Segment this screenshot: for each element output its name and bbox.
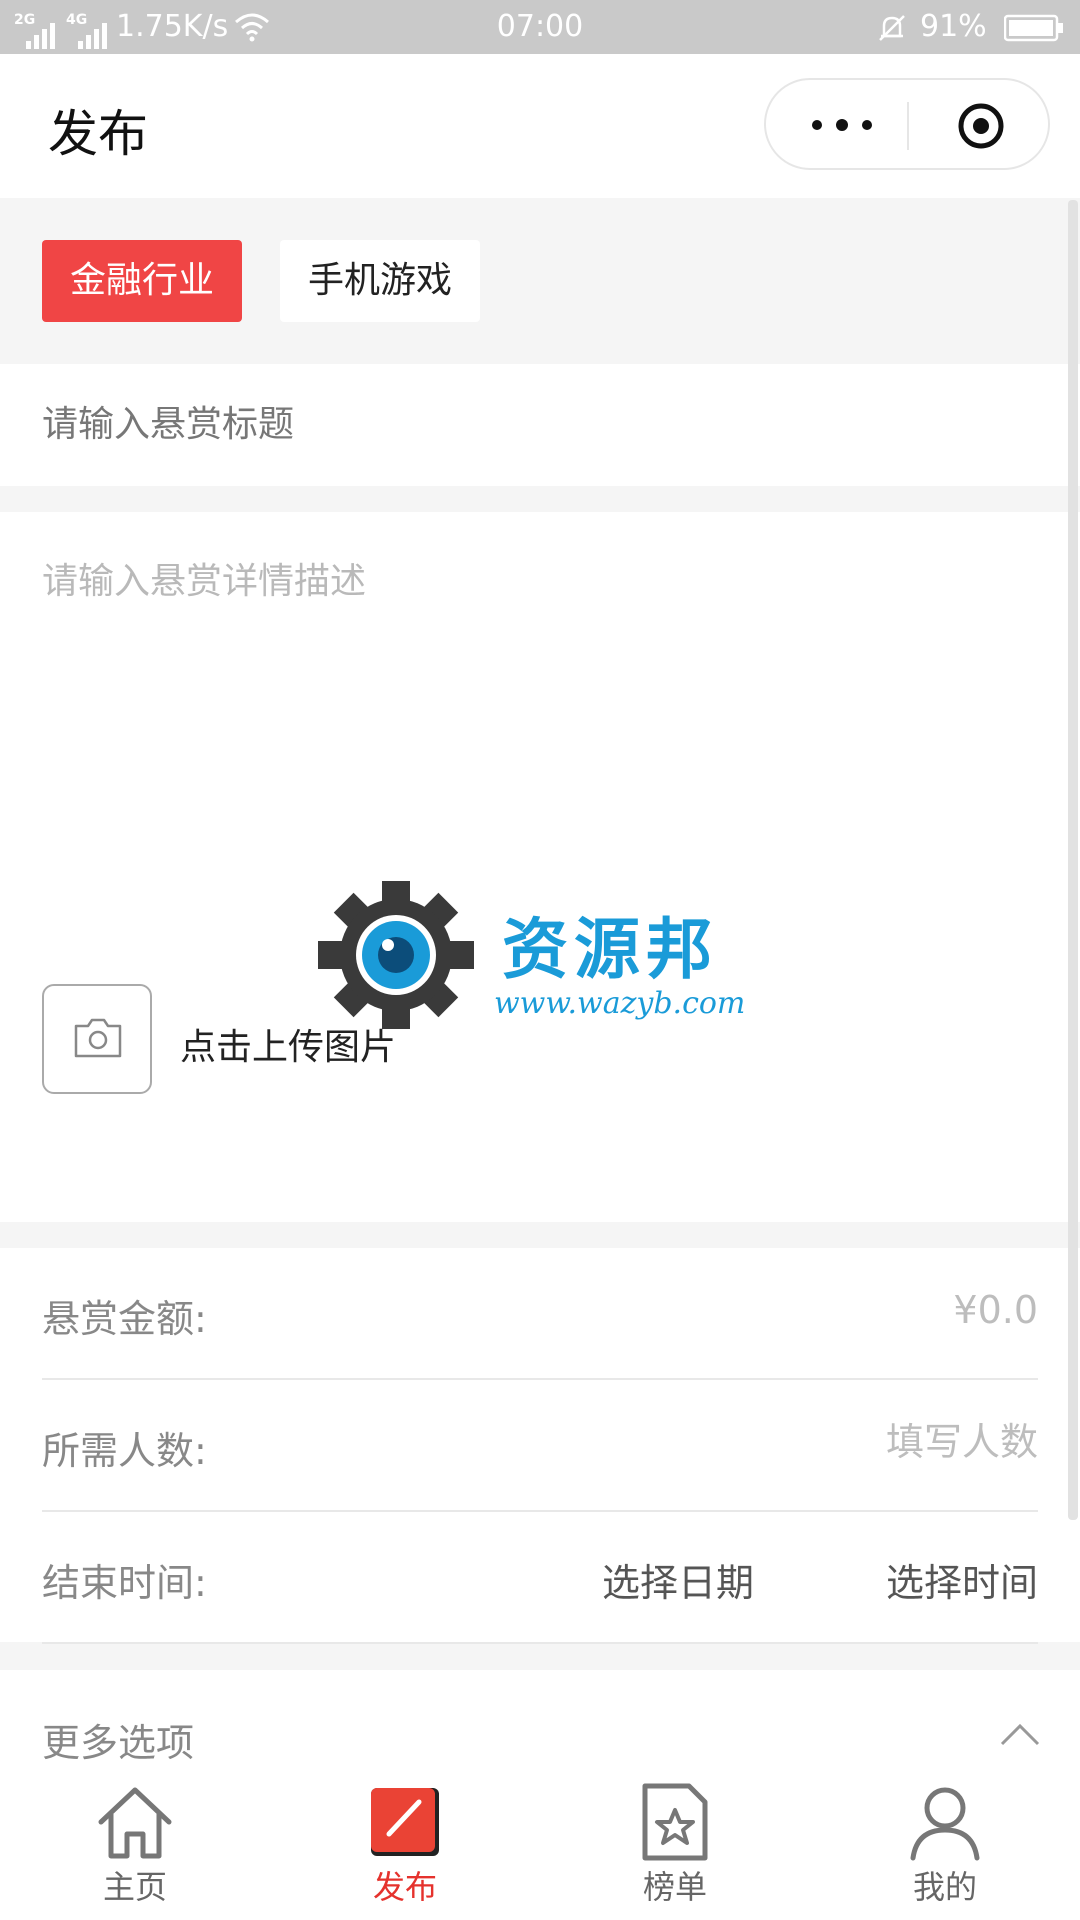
reward-form: 悬赏金额: 所需人数: 结束时间: 选择日期 选择时间 <box>0 1248 1080 1644</box>
mini-program-capsule <box>764 78 1050 170</box>
nav-header: 发布 <box>0 54 1080 198</box>
publish-icon <box>371 1788 439 1856</box>
tab-home-label: 主页 <box>102 1868 167 1906</box>
chevron-up-icon[interactable] <box>1000 1722 1040 1746</box>
camera-icon <box>74 1018 122 1058</box>
title-section <box>0 364 1080 486</box>
tab-ranking-label: 榜单 <box>642 1868 707 1906</box>
tab-ranking[interactable]: 榜单 <box>540 1766 810 1920</box>
reward-amount-input[interactable] <box>738 1288 1038 1332</box>
tab-mine-label: 我的 <box>912 1868 977 1906</box>
required-people-row: 所需人数: <box>42 1380 1038 1512</box>
home-icon <box>98 1787 172 1859</box>
reward-amount-label: 悬赏金额: <box>42 1297 207 1341</box>
upload-image-button[interactable] <box>42 984 152 1094</box>
end-time-label: 结束时间: <box>42 1561 207 1605</box>
more-options-label: 更多选项 <box>42 1721 195 1765</box>
capsule-divider <box>907 102 909 150</box>
more-icon[interactable] <box>806 104 876 144</box>
more-options-section[interactable]: 更多选项 <box>0 1670 1080 1780</box>
reward-description-input[interactable] <box>42 552 1032 932</box>
profile-icon <box>910 1787 980 1861</box>
tab-bar: 主页 发布 榜单 我的 <box>0 1766 1080 1920</box>
description-section: 点击上传图片 <box>0 512 1080 1222</box>
close-mini-program-icon[interactable] <box>956 101 1006 151</box>
ranking-icon <box>642 1783 708 1861</box>
tag-mobile-games[interactable]: 手机游戏 <box>280 240 481 322</box>
clock: 07:00 <box>496 9 584 44</box>
watermark-url: www.wazyb.com <box>494 986 746 1021</box>
reward-amount-row: 悬赏金额: <box>42 1248 1038 1380</box>
end-time-row: 结束时间: 选择日期 选择时间 <box>42 1512 1038 1644</box>
battery-icon <box>1004 14 1063 42</box>
battery-percent: 91% <box>920 9 987 44</box>
tab-mine[interactable]: 我的 <box>810 1766 1080 1920</box>
category-tags: 金融行业 手机游戏 <box>0 198 1080 364</box>
mute-bell-icon <box>879 15 905 41</box>
reward-title-input[interactable] <box>42 394 1022 454</box>
page-title: 发布 <box>48 105 148 163</box>
required-people-input[interactable] <box>738 1420 1038 1464</box>
select-date-picker[interactable]: 选择日期 <box>602 1552 754 1607</box>
required-people-label: 所需人数: <box>42 1429 207 1473</box>
watermark-text: 资源邦 <box>502 910 718 988</box>
tab-home[interactable]: 主页 <box>0 1766 270 1920</box>
tab-publish-label: 发布 <box>372 1868 437 1906</box>
watermark: 资源邦 www.wazyb.com <box>316 880 776 1030</box>
tag-finance[interactable]: 金融行业 <box>42 240 243 322</box>
select-time-picker[interactable]: 选择时间 <box>886 1552 1038 1607</box>
status-bar: 2G 4G 1.75K/s 07:00 91% <box>0 0 1080 54</box>
scrollbar[interactable] <box>1068 200 1078 1520</box>
tab-publish[interactable]: 发布 <box>270 1766 540 1920</box>
gear-eye-logo-icon <box>318 881 474 1029</box>
